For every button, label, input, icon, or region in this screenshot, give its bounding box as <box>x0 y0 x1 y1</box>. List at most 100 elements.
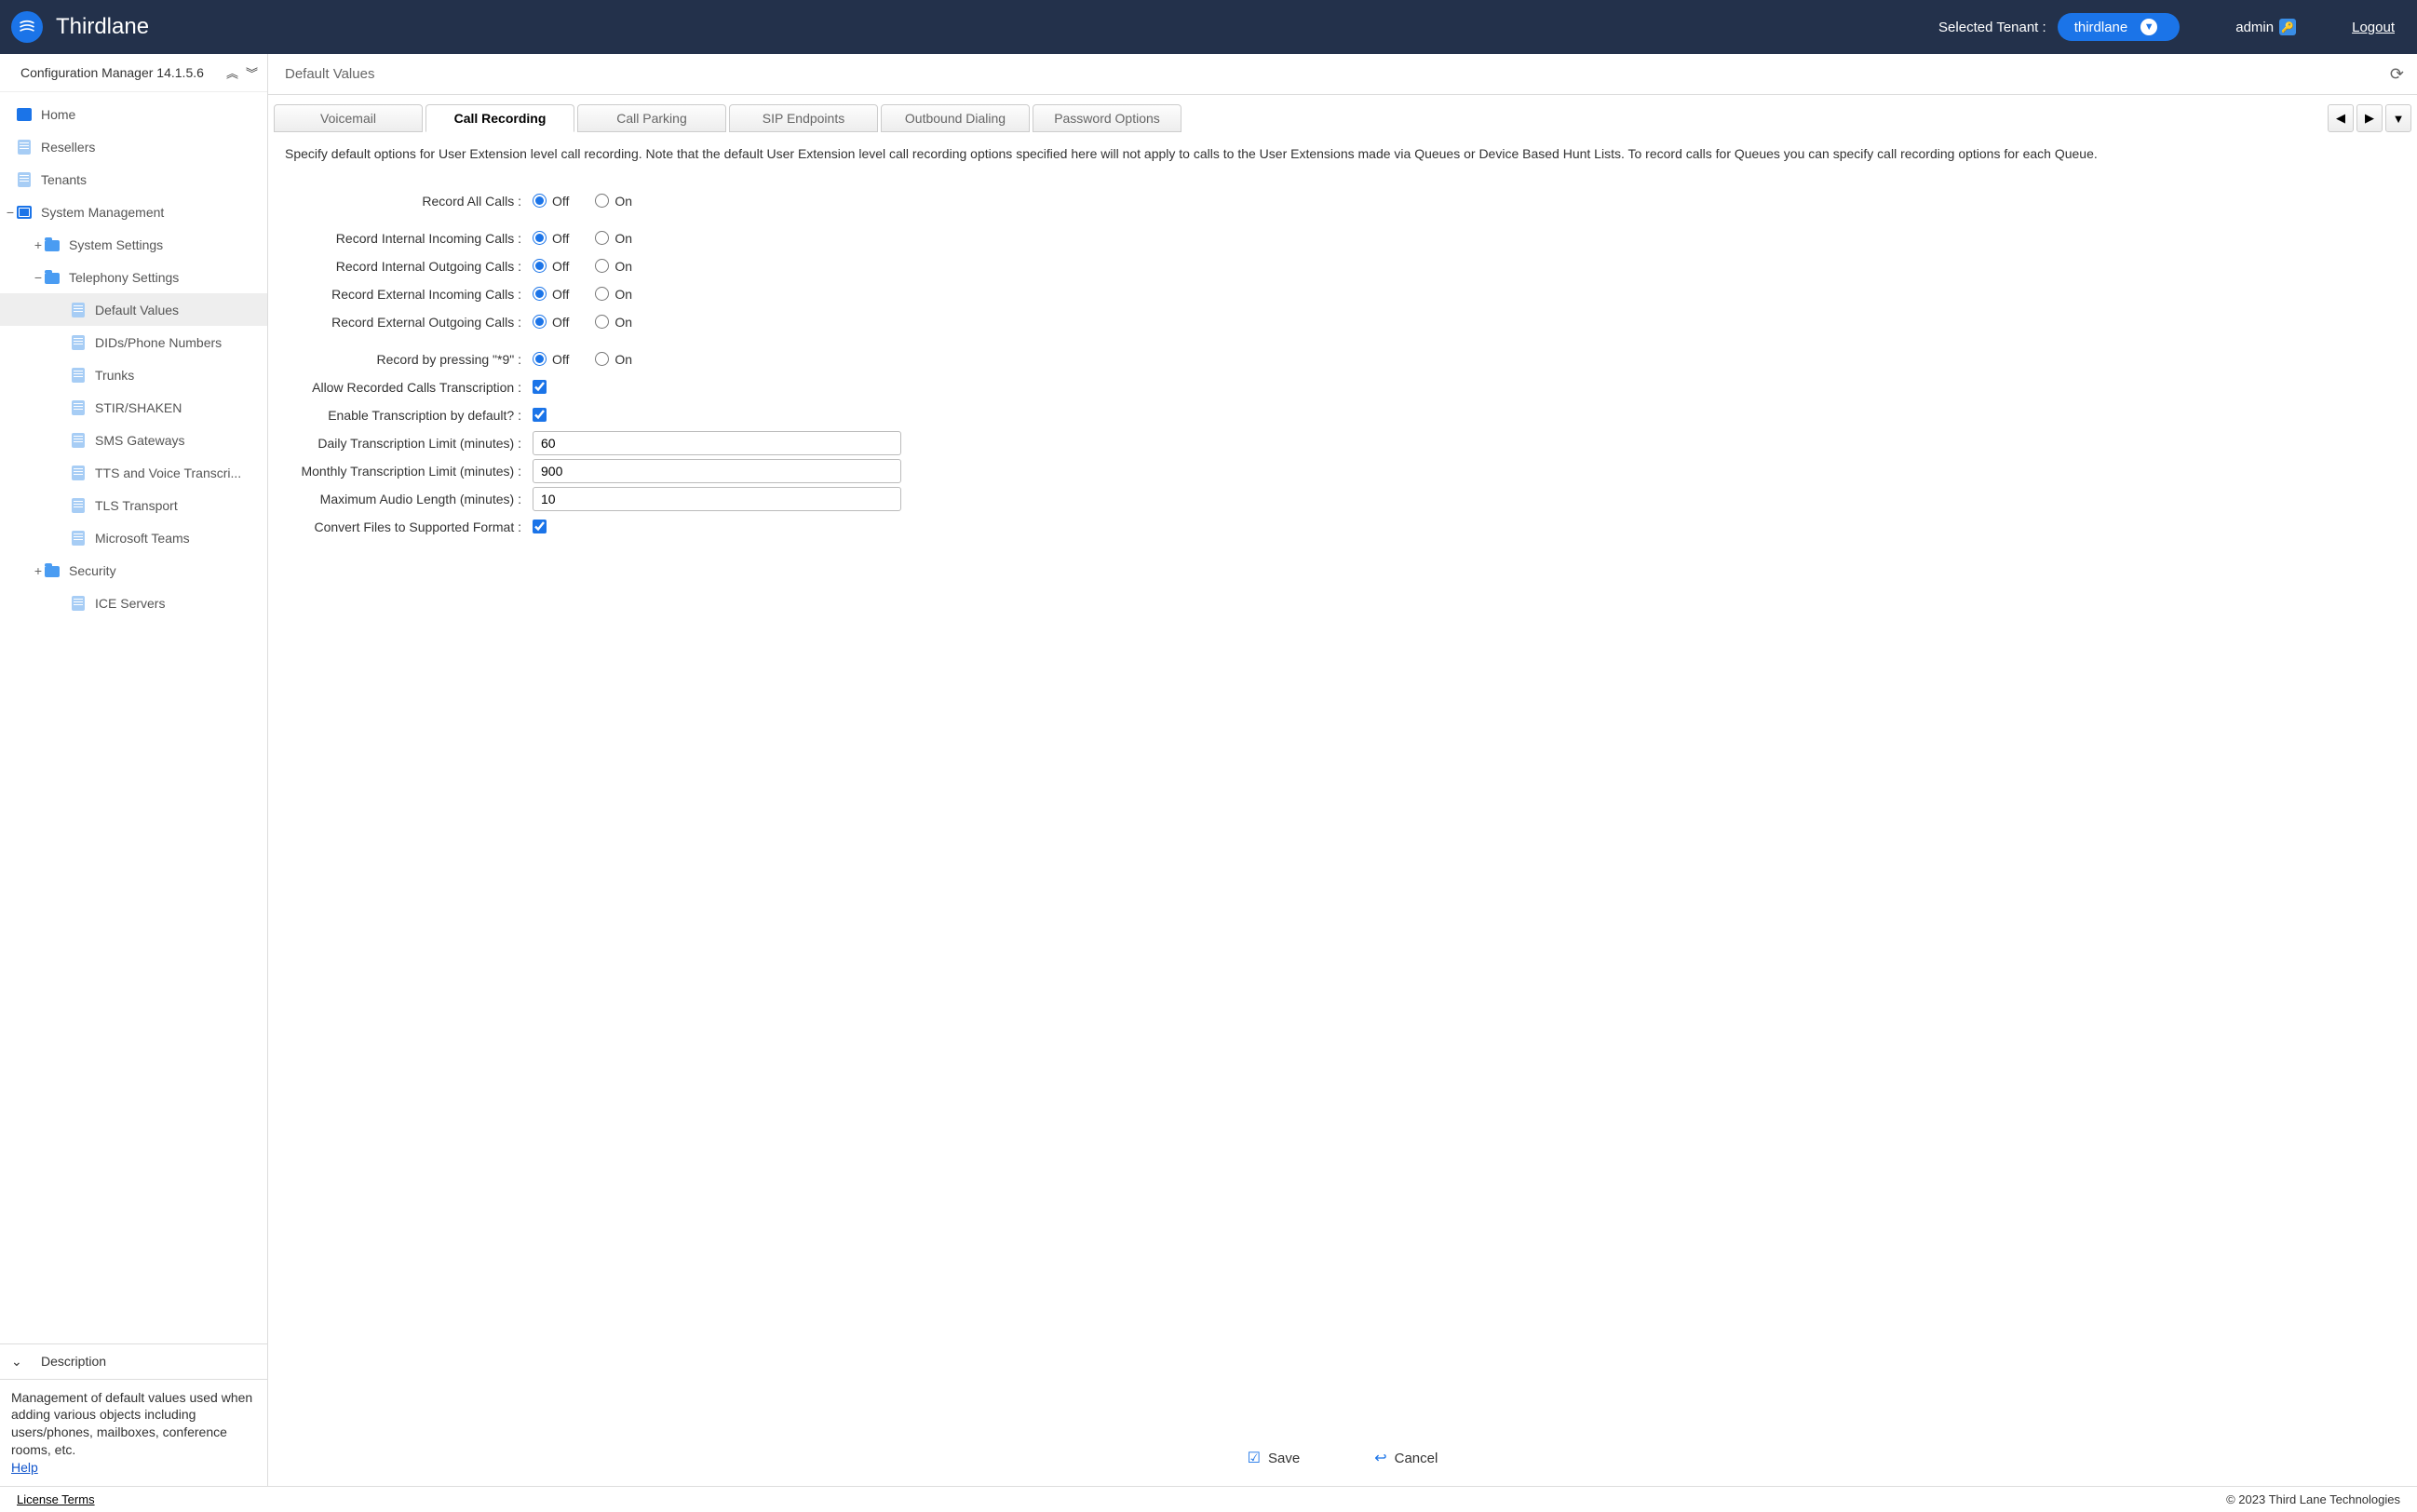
sidebar-nav[interactable]: Home Resellers Tenants − System Management + S… <box>0 92 267 1343</box>
radio-record-all-off[interactable]: Off <box>533 194 569 209</box>
radio-rec-int-in-on[interactable]: On <box>595 231 632 246</box>
form: Record All Calls : Off On Record Interna… <box>268 169 2417 560</box>
sidebar-item-label: System Management <box>41 205 164 220</box>
sidebar-item-system-management[interactable]: − System Management <box>0 196 267 228</box>
collapse-up-icon[interactable]: ︽ <box>226 64 238 82</box>
sidebar-item-tts-and-voice-transcri[interactable]: TTS and Voice Transcri... <box>0 456 267 489</box>
radio-rec-int-out-on[interactable]: On <box>595 259 632 274</box>
top-bar: Thirdlane Selected Tenant : thirdlane ▼ … <box>0 0 2417 54</box>
row-max-audio: Maximum Audio Length (minutes) : <box>285 486 2400 512</box>
refresh-icon[interactable]: ⟳ <box>2390 64 2404 84</box>
sidebar-item-label: Trunks <box>95 368 134 383</box>
sidebar-title: Configuration Manager 14.1.5.6 <box>20 65 204 80</box>
sidebar-item-label: DIDs/Phone Numbers <box>95 335 222 350</box>
radio-rec-ext-in-off[interactable]: Off <box>533 287 569 302</box>
input-daily-limit[interactable] <box>533 431 901 455</box>
license-link[interactable]: License Terms <box>17 1492 95 1506</box>
sidebar-item-default-values[interactable]: Default Values <box>0 293 267 326</box>
file-icon <box>71 466 86 480</box>
row-rec-ext-in: Record External Incoming Calls : Off On <box>285 281 2400 307</box>
input-max-audio[interactable] <box>533 487 901 511</box>
main: Configuration Manager 14.1.5.6 ︽ ︾ Home R… <box>0 54 2417 1486</box>
file-icon <box>17 172 32 187</box>
sidebar-item-ice-servers[interactable]: ICE Servers <box>0 587 267 619</box>
radio-rec-ext-out-off[interactable]: Off <box>533 315 569 330</box>
sidebar-item-dids-phone-numbers[interactable]: DIDs/Phone Numbers <box>0 326 267 358</box>
description-header[interactable]: ⌄ Description <box>0 1343 267 1380</box>
row-rec-int-out: Record Internal Outgoing Calls : Off On <box>285 253 2400 279</box>
tab-outbound-dialing[interactable]: Outbound Dialing <box>881 104 1030 132</box>
label-rec-int-out: Record Internal Outgoing Calls : <box>285 259 529 274</box>
cancel-button[interactable]: ↩ Cancel <box>1374 1449 1438 1467</box>
help-link[interactable]: Help <box>11 1460 38 1475</box>
sidebar-item-home[interactable]: Home <box>0 98 267 130</box>
sidebar-item-label: Telephony Settings <box>69 270 179 285</box>
collapse-icon[interactable]: − <box>32 270 45 285</box>
tenant-value: thirdlane <box>2074 20 2128 35</box>
label-convert: Convert Files to Supported Format : <box>285 520 529 534</box>
sidebar: Configuration Manager 14.1.5.6 ︽ ︾ Home R… <box>0 54 268 1486</box>
sidebar-item-trunks[interactable]: Trunks <box>0 358 267 391</box>
tab-scroll-right[interactable]: ▶ <box>2356 104 2383 132</box>
sidebar-item-sms-gateways[interactable]: SMS Gateways <box>0 424 267 456</box>
sidebar-item-system-settings[interactable]: + System Settings <box>0 228 267 261</box>
sidebar-item-tenants[interactable]: Tenants <box>0 163 267 196</box>
tenant-selector[interactable]: thirdlane ▼ <box>2058 13 2181 41</box>
sidebar-item-label: System Settings <box>69 237 163 252</box>
panel-description: Specify default options for User Extensi… <box>268 132 2417 169</box>
row-daily-limit: Daily Transcription Limit (minutes) : <box>285 430 2400 456</box>
sidebar-item-microsoft-teams[interactable]: Microsoft Teams <box>0 521 267 554</box>
sidebar-item-stir-shaken[interactable]: STIR/SHAKEN <box>0 391 267 424</box>
sidebar-item-security[interactable]: + Security <box>0 554 267 587</box>
file-icon <box>71 596 86 611</box>
tab-scroll-left[interactable]: ◀ <box>2328 104 2354 132</box>
checkbox-enable-trans[interactable] <box>533 408 547 422</box>
save-button[interactable]: ☑ Save <box>1248 1449 1301 1467</box>
radio-record-star9-on[interactable]: On <box>595 352 632 367</box>
action-bar: ☑ Save ↩ Cancel <box>268 1436 2417 1486</box>
row-convert: Convert Files to Supported Format : <box>285 514 2400 540</box>
folder-icon <box>45 563 60 578</box>
radio-rec-ext-in-on[interactable]: On <box>595 287 632 302</box>
file-icon <box>71 433 86 448</box>
sidebar-item-label: STIR/SHAKEN <box>95 400 182 415</box>
file-icon <box>71 498 86 513</box>
tab-call-parking[interactable]: Call Parking <box>577 104 726 132</box>
sidebar-item-label: Security <box>69 563 116 578</box>
radio-rec-ext-out-on[interactable]: On <box>595 315 632 330</box>
tab-menu[interactable]: ▼ <box>2385 104 2411 132</box>
label-enable-trans: Enable Transcription by default? : <box>285 408 529 423</box>
radio-rec-int-out-off[interactable]: Off <box>533 259 569 274</box>
label-monthly-limit: Monthly Transcription Limit (minutes) : <box>285 464 529 479</box>
radio-record-star9-off[interactable]: Off <box>533 352 569 367</box>
description-text: Management of default values used when a… <box>11 1390 252 1458</box>
collapse-icon[interactable]: − <box>4 205 17 220</box>
tab-voicemail[interactable]: Voicemail <box>274 104 423 132</box>
sidebar-item-resellers[interactable]: Resellers <box>0 130 267 163</box>
input-monthly-limit[interactable] <box>533 459 901 483</box>
logout-link[interactable]: Logout <box>2352 20 2395 35</box>
tab-password-options[interactable]: Password Options <box>1033 104 1181 132</box>
user-block[interactable]: admin 🔑 <box>2235 19 2296 35</box>
sys-icon <box>17 205 32 220</box>
sidebar-item-telephony-settings[interactable]: − Telephony Settings <box>0 261 267 293</box>
row-record-all: Record All Calls : Off On <box>285 188 2400 214</box>
checkbox-allow-trans[interactable] <box>533 380 547 394</box>
sidebar-item-label: TTS and Voice Transcri... <box>95 466 241 480</box>
row-allow-trans: Allow Recorded Calls Transcription : <box>285 374 2400 400</box>
footer: License Terms © 2023 Third Lane Technolo… <box>0 1486 2417 1512</box>
content-header: Default Values ⟳ <box>268 54 2417 95</box>
tab-call-recording[interactable]: Call Recording <box>425 104 574 132</box>
key-icon: 🔑 <box>2279 19 2296 35</box>
sidebar-item-label: Resellers <box>41 140 95 155</box>
row-monthly-limit: Monthly Transcription Limit (minutes) : <box>285 458 2400 484</box>
expand-down-icon[interactable]: ︾ <box>246 64 258 82</box>
tab-sip-endpoints[interactable]: SIP Endpoints <box>729 104 878 132</box>
expand-icon[interactable]: + <box>32 563 45 578</box>
page-title: Default Values <box>285 66 374 82</box>
checkbox-convert[interactable] <box>533 520 547 533</box>
radio-record-all-on[interactable]: On <box>595 194 632 209</box>
expand-icon[interactable]: + <box>32 237 45 252</box>
radio-rec-int-in-off[interactable]: Off <box>533 231 569 246</box>
sidebar-item-tls-transport[interactable]: TLS Transport <box>0 489 267 521</box>
